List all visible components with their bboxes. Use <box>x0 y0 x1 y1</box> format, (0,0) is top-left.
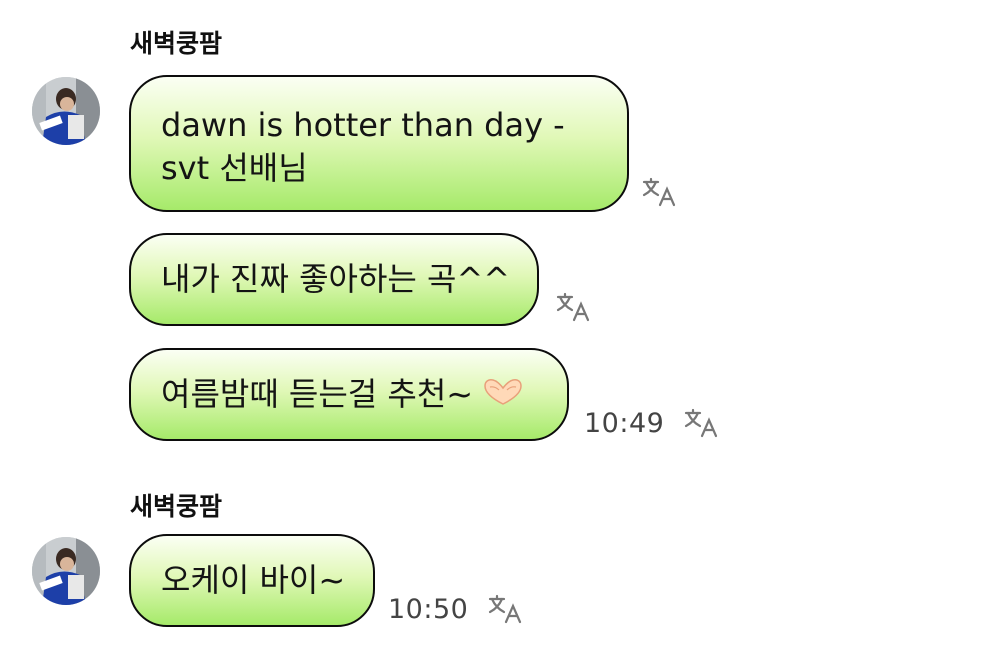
translate-icon[interactable] <box>642 177 676 207</box>
translate-icon[interactable] <box>556 292 590 322</box>
message-bubble[interactable]: dawn is hotter than day - svt 선배님 <box>129 75 629 212</box>
message-bubble[interactable]: 오케이 바이~ <box>129 534 375 627</box>
heart-hands-emoji <box>481 375 525 418</box>
message-text-line: dawn is hotter than day - <box>161 106 565 144</box>
message-bubble[interactable]: 여름밤때 듣는걸 추천~ <box>129 348 569 441</box>
message-text-line: svt 선배님 <box>161 149 308 187</box>
sender-name[interactable]: 새벽쿵팜 <box>130 487 222 523</box>
chat-view: 새벽쿵팜 dawn is hotter than day - svt 선배님 내… <box>0 0 1000 667</box>
avatar-photo <box>32 77 100 145</box>
message-text: 오케이 바이~ <box>161 561 346 599</box>
message-timestamp: 10:50 <box>388 594 469 625</box>
message-bubble[interactable]: 내가 진짜 좋아하는 곡^^ <box>129 233 539 326</box>
avatar-photo <box>32 537 100 605</box>
avatar[interactable] <box>32 77 100 145</box>
message-text: 내가 진짜 좋아하는 곡^^ <box>161 260 511 298</box>
translate-icon[interactable] <box>684 408 718 438</box>
message-timestamp: 10:49 <box>584 408 665 439</box>
translate-icon[interactable] <box>488 594 522 624</box>
avatar[interactable] <box>32 537 100 605</box>
message-text: 여름밤때 듣는걸 추천~ <box>161 375 474 413</box>
sender-name[interactable]: 새벽쿵팜 <box>130 24 222 60</box>
